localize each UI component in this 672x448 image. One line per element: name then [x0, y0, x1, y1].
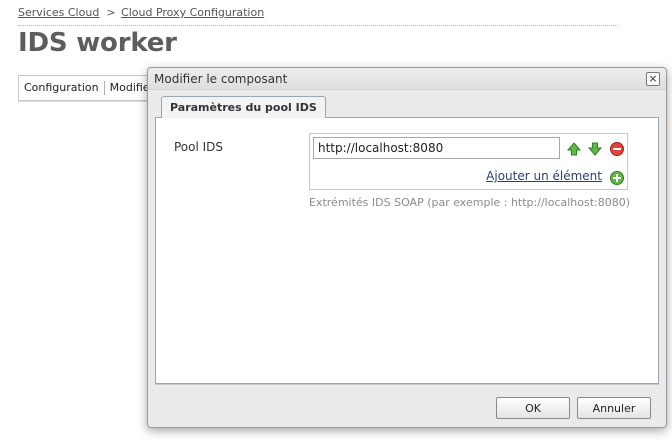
- add-icon[interactable]: [609, 170, 625, 186]
- tab-ids-pool-settings[interactable]: Paramètres du pool IDS: [161, 96, 326, 119]
- dialog-title: Modifier le composant: [154, 72, 288, 86]
- arrow-up-icon[interactable]: [566, 141, 582, 157]
- close-button[interactable]: ×: [646, 72, 660, 86]
- breadcrumb-link-services-cloud[interactable]: Services Cloud: [18, 6, 99, 19]
- close-icon: ×: [648, 72, 658, 85]
- remove-icon[interactable]: [609, 141, 625, 157]
- page-title: IDS worker: [18, 28, 177, 58]
- add-item-link[interactable]: Ajouter un élément: [486, 169, 602, 183]
- dialog-tab-bar: Paramètres du pool IDS: [155, 96, 659, 119]
- page-content-divider: [18, 101, 158, 102]
- tab-configuration[interactable]: Configuration: [19, 81, 104, 95]
- dialog-footer-divider: [155, 384, 659, 385]
- breadcrumb-link-cloud-proxy-configuration[interactable]: Cloud Proxy Configuration: [121, 6, 264, 19]
- ok-button[interactable]: OK: [496, 397, 570, 419]
- edit-component-dialog: Modifier le composant × Paramètres du po…: [147, 67, 667, 428]
- pool-ids-multifield: Ajouter un élément: [309, 133, 628, 190]
- dialog-header[interactable]: Modifier le composant ×: [148, 68, 666, 90]
- arrow-down-icon[interactable]: [587, 141, 603, 157]
- breadcrumb-divider: [18, 25, 618, 26]
- page-tab-bar: Configuration Modifier: [18, 75, 158, 101]
- breadcrumb-separator: >: [106, 6, 116, 19]
- cancel-button[interactable]: Annuler: [577, 397, 651, 419]
- pool-ids-help-text: Extrémités IDS SOAP (par exemple : http:…: [309, 196, 631, 209]
- tab-panel: Pool IDS Ajouter un élément Extrémités I…: [155, 118, 659, 384]
- pool-ids-url-input[interactable]: [313, 137, 560, 159]
- breadcrumb: Services Cloud > Cloud Proxy Configuratio…: [18, 6, 264, 19]
- pool-ids-label: Pool IDS: [174, 140, 224, 154]
